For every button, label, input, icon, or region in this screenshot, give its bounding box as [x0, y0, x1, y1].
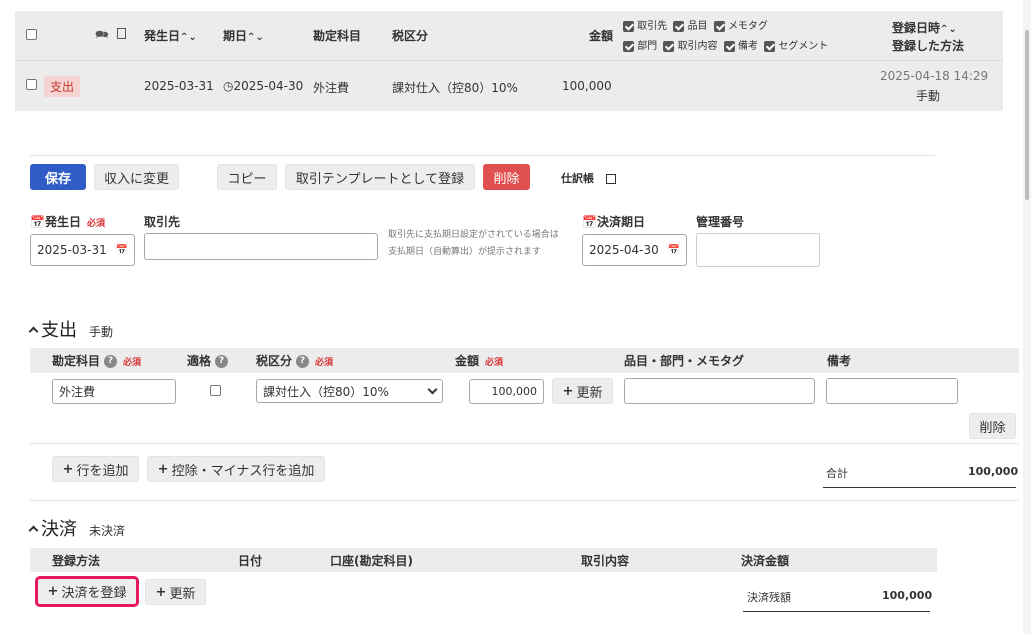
collapse-icon — [28, 326, 39, 337]
toggle-department[interactable]: 部門 — [623, 40, 657, 52]
th-settle-amount: 決済金額 — [741, 554, 790, 568]
header-registered-method: 登録した方法 — [892, 39, 965, 53]
sort-icon: ⌃⌄ — [180, 32, 197, 43]
balance-value: 100,000 — [882, 589, 933, 602]
external-link-icon — [605, 174, 616, 184]
save-button[interactable]: 保存 — [30, 164, 86, 190]
expense-amount-field[interactable]: 100,000 — [469, 379, 544, 404]
sort-icon: ⌃⌄ — [247, 32, 264, 43]
th-amount: 金額 必須 — [455, 354, 504, 368]
change-to-income-button[interactable]: 収入に変更 — [94, 164, 179, 190]
row-issue-date: 2025-03-31 — [144, 79, 214, 93]
calendar-icon: 📅 — [30, 215, 45, 229]
help-icon: ? — [296, 355, 310, 368]
header-registered-at[interactable]: 登録日時⌃⌄ — [892, 19, 957, 36]
th-date: 日付 — [238, 554, 263, 568]
calendar-icon: 📅 — [582, 215, 597, 229]
toggle-note[interactable]: 備考 — [723, 40, 758, 52]
th-settle-account: 口座(勘定科目) — [330, 554, 413, 568]
th-items: 品目・部門・メモタグ — [624, 354, 745, 368]
settlement-section-title[interactable]: 決済 未決済 — [28, 515, 125, 541]
register-template-button[interactable]: 取引テンプレートとして登録 — [285, 164, 475, 190]
partner-label: 取引先 — [144, 215, 181, 229]
partner-field[interactable] — [144, 233, 378, 260]
plus-icon: + — [155, 584, 167, 600]
partner-hint: 取引先に支払期日設定がされている場合は 支払期日（自動算出）が提示されます — [388, 230, 559, 257]
add-row-button[interactable]: + 行を追加 — [52, 456, 139, 482]
qualified-checkbox[interactable] — [210, 385, 221, 396]
row-account: 外注費 — [313, 81, 350, 95]
header-tax: 税区分 — [392, 29, 429, 43]
summary-panel — [15, 11, 1003, 111]
header-account: 勘定科目 — [313, 29, 362, 43]
row-delete-button[interactable]: 削除 — [969, 413, 1016, 439]
journal-link[interactable]: 仕訳帳 — [561, 170, 616, 186]
sort-icon: ⌃⌄ — [940, 24, 957, 35]
toggle-memo-tag[interactable]: メモタグ — [713, 20, 768, 32]
header-amount: 金額 — [589, 29, 614, 43]
row-registered-method: 手動 — [916, 89, 941, 103]
mgmt-no-label: 管理番号 — [696, 215, 745, 229]
settlement-update-button[interactable]: + 更新 — [145, 579, 206, 605]
row-amount: 100,000 — [562, 79, 612, 93]
settle-date-label: 📅決済期日 — [582, 215, 645, 229]
delete-button[interactable]: 削除 — [483, 164, 530, 190]
expense-account-field[interactable]: 外注費 — [52, 379, 176, 404]
comment-icon: 🗪 — [95, 28, 109, 41]
calendar-icon[interactable]: 📅 — [668, 245, 680, 256]
plus-icon: + — [62, 461, 74, 477]
chevron-down-icon — [427, 384, 438, 394]
select-all-checkbox[interactable] — [26, 29, 37, 40]
clock-icon: ◷ — [223, 79, 234, 93]
total-label: 合計 — [826, 467, 848, 480]
expense-items-field[interactable] — [624, 378, 815, 404]
header-issue-date[interactable]: 発生日⌃⌄ — [144, 27, 197, 44]
toggle-partner[interactable]: 取引先 — [623, 20, 667, 32]
row-checkbox[interactable] — [26, 79, 37, 90]
row-registered-at: 2025-04-18 14:29 — [880, 69, 989, 83]
th-account: 勘定科目? 必須 — [52, 354, 142, 368]
copy-button[interactable]: コピー — [217, 164, 277, 190]
toggle-item[interactable]: 品目 — [673, 20, 708, 32]
th-content: 取引内容 — [581, 554, 630, 568]
issue-date-field[interactable]: 2025-03-31 📅 — [30, 234, 135, 266]
balance-label: 決済残額 — [747, 591, 791, 604]
issue-date-label: 📅発生日 必須 — [30, 215, 105, 229]
header-due-date[interactable]: 期日⌃⌄ — [223, 27, 264, 44]
expense-update-button[interactable]: + 更新 — [552, 378, 613, 404]
type-badge: 支出 — [44, 76, 81, 97]
toggle-content[interactable]: 取引内容 — [663, 40, 718, 52]
expense-note-field[interactable] — [826, 378, 958, 404]
th-tax: 税区分? 必須 — [256, 354, 334, 368]
mgmt-no-field[interactable] — [696, 233, 820, 267]
column-toggle-group: 取引先 品目 メモタグ 部門 取引内容 備考 セグメント — [623, 17, 843, 57]
expense-section-title[interactable]: 支出 手動 — [28, 316, 113, 342]
document-icon — [117, 28, 126, 39]
th-note: 備考 — [827, 354, 852, 368]
plus-icon: + — [157, 461, 169, 477]
row-due-date: ◷2025-04-30 — [223, 79, 304, 93]
calendar-icon[interactable]: 📅 — [116, 245, 128, 256]
collapse-icon — [28, 525, 39, 536]
scrollbar-thumb[interactable] — [1025, 30, 1029, 200]
settlement-table-header — [30, 548, 937, 572]
register-settlement-button[interactable]: + 決済を登録 — [35, 576, 139, 607]
plus-icon: + — [47, 584, 59, 599]
th-method: 登録方法 — [52, 554, 101, 568]
expense-tax-select[interactable]: 課対仕入（控80）10% — [256, 379, 443, 403]
help-icon: ? — [215, 355, 229, 368]
total-value: 100,000 — [968, 465, 1019, 478]
row-tax: 課対仕入（控80）10% — [392, 81, 518, 95]
settle-date-field[interactable]: 2025-04-30 📅 — [582, 234, 687, 266]
total-underline — [823, 487, 1016, 488]
help-icon: ? — [104, 355, 118, 368]
add-deduction-row-button[interactable]: + 控除・マイナス行を追加 — [147, 456, 325, 482]
plus-icon: + — [562, 383, 574, 399]
th-qualified: 適格? — [187, 352, 229, 369]
balance-underline — [743, 611, 930, 612]
expense-table-header — [30, 348, 1019, 373]
toggle-segment[interactable]: セグメント — [764, 40, 828, 52]
